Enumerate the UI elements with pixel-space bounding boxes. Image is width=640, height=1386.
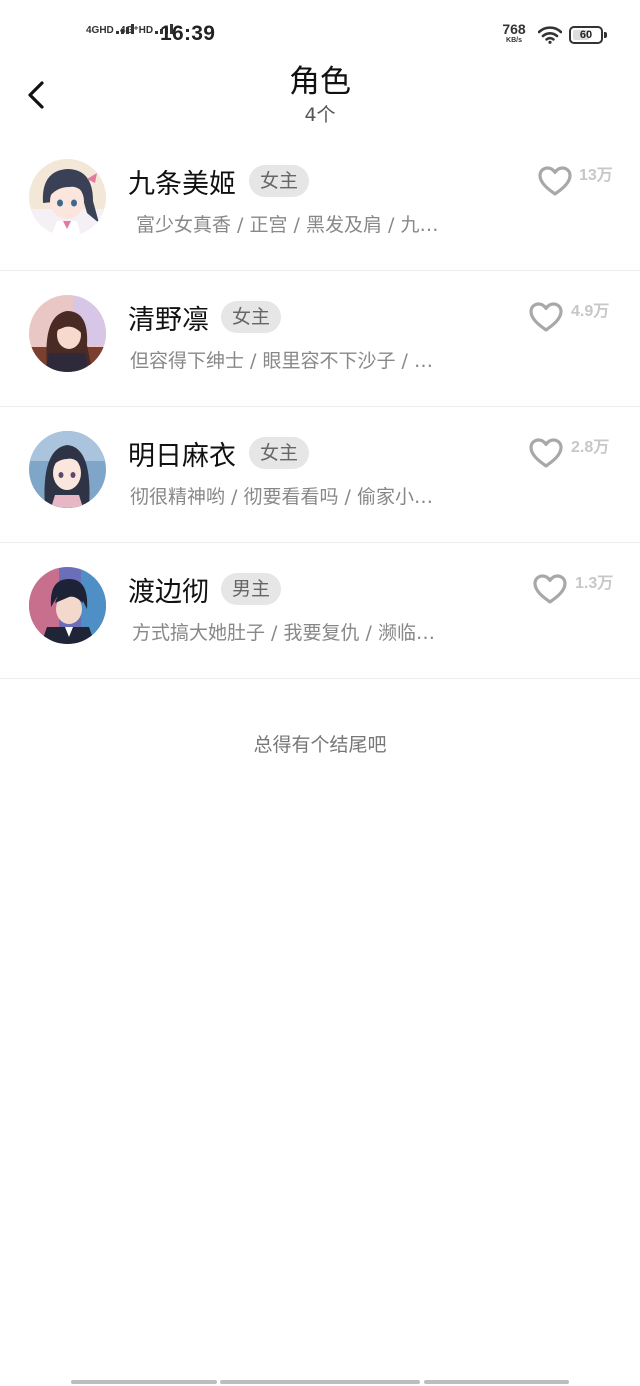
like-count: 1.3万 — [575, 575, 614, 592]
wifi-icon — [537, 26, 563, 48]
network-speed-unit: KB/s — [506, 37, 522, 44]
character-row[interactable]: 清野凛 女主 但容得下绅士 / 眼里容不下沙子 / … 4.9万 — [0, 271, 640, 407]
role-badge: 女主 — [221, 301, 282, 333]
character-tags: 方式搞大她肚子 / 我要复仇 / 濒临… — [132, 622, 435, 644]
avatar — [29, 431, 106, 508]
character-name: 渡边彻 — [128, 577, 209, 608]
sim1-label: 4GHD — [86, 25, 114, 36]
clock: 16:39 — [160, 22, 216, 45]
network-speed-value: 768 — [502, 21, 526, 37]
avatar — [29, 295, 106, 372]
sim2-label: 4G⁺HD — [120, 25, 154, 36]
role-badge: 女主 — [249, 165, 310, 197]
avatar — [29, 159, 106, 236]
like-count: 2.8万 — [571, 439, 610, 456]
avatar — [29, 567, 106, 644]
like-button[interactable] — [528, 301, 564, 337]
like-button[interactable] — [537, 165, 573, 201]
end-of-list-text: 总得有个结尾吧 — [253, 734, 387, 756]
role-badge: 男主 — [221, 573, 282, 605]
like-count: 13万 — [579, 167, 613, 184]
gesture-bar-segment[interactable] — [71, 1380, 217, 1384]
battery-level: 60 — [579, 29, 593, 41]
heart-outline-icon — [533, 574, 567, 604]
character-tags: 但容得下绅士 / 眼里容不下沙子 / … — [130, 350, 433, 372]
character-row[interactable]: 九条美姬 女主 富少女真香 / 正宫 / 黑发及肩 / 九… 13万 — [0, 135, 640, 271]
heart-outline-icon — [529, 302, 563, 332]
character-name: 九条美姬 — [128, 169, 236, 200]
network-speed: 768 KB/s — [500, 22, 528, 44]
heart-outline-icon — [538, 166, 572, 196]
gesture-bar-segment[interactable] — [220, 1380, 420, 1384]
character-name: 明日麻衣 — [128, 441, 236, 472]
heart-outline-icon — [529, 438, 563, 468]
gesture-bar-segment[interactable] — [424, 1380, 569, 1384]
character-row[interactable]: 渡边彻 男主 方式搞大她肚子 / 我要复仇 / 濒临… 1.3万 — [0, 543, 640, 679]
character-count: 4个 — [304, 104, 336, 126]
battery-icon: 60 — [569, 26, 607, 44]
character-tags: 彻很精神哟 / 彻要看看吗 / 偷家小… — [130, 486, 433, 508]
page-title: 角色 — [289, 64, 351, 100]
like-count: 4.9万 — [571, 303, 610, 320]
role-badge: 女主 — [249, 437, 310, 469]
character-row[interactable]: 明日麻衣 女主 彻很精神哟 / 彻要看看吗 / 偷家小… 2.8万 — [0, 407, 640, 543]
like-button[interactable] — [532, 573, 568, 609]
character-tags: 富少女真香 / 正宫 / 黑发及肩 / 九… — [136, 214, 439, 236]
like-button[interactable] — [528, 437, 564, 473]
character-name: 清野凛 — [128, 305, 209, 336]
status-bar: 4GHD 4G⁺HD 16:39 768 KB/s 60 — [0, 0, 640, 60]
character-list: 九条美姬 女主 富少女真香 / 正宫 / 黑发及肩 / 九… 13万 清野凛 女… — [0, 135, 640, 679]
